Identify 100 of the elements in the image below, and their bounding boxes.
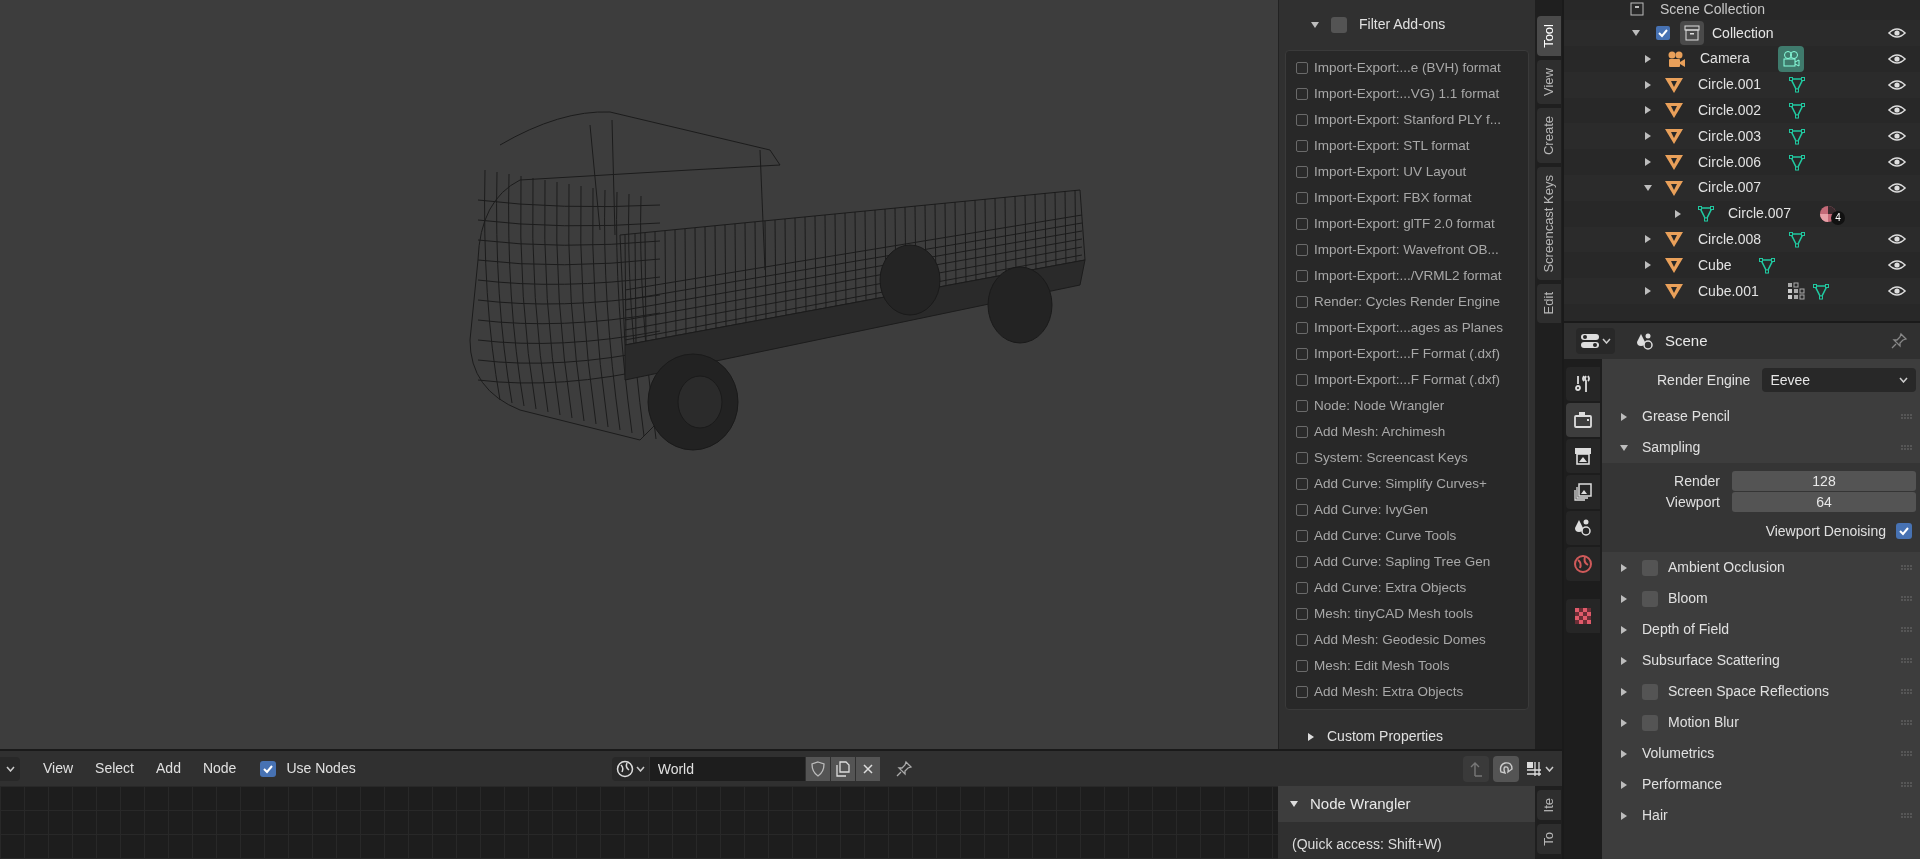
panel-header[interactable]: Motion Blur bbox=[1668, 712, 1739, 733]
addon-row[interactable]: Add Mesh: Extra Objects bbox=[1286, 679, 1528, 706]
drag-handle-icon[interactable] bbox=[1901, 782, 1912, 787]
addon-row[interactable]: Import-Export:...VG) 1.1 format bbox=[1286, 81, 1528, 108]
close-button[interactable] bbox=[855, 756, 880, 781]
panel-header[interactable]: Subsurface Scattering bbox=[1642, 650, 1780, 671]
drag-handle-icon[interactable] bbox=[1901, 689, 1912, 694]
fake-user-shield-button[interactable] bbox=[805, 756, 830, 781]
addon-row[interactable]: Add Curve: Sapling Tree Gen bbox=[1286, 549, 1528, 576]
checkbox[interactable] bbox=[1296, 348, 1308, 361]
collapsed-arrow-icon[interactable] bbox=[1644, 54, 1652, 63]
menu-item[interactable]: Select bbox=[95, 758, 134, 779]
checkbox[interactable] bbox=[1296, 530, 1308, 543]
checkbox[interactable] bbox=[1296, 218, 1308, 231]
mesh-data-icon[interactable] bbox=[1789, 127, 1806, 145]
number-field[interactable]: 64 bbox=[1732, 492, 1916, 512]
addon-row[interactable]: Render: Cycles Render Engine bbox=[1286, 289, 1528, 316]
tool-settings-tab[interactable] bbox=[1566, 367, 1600, 401]
sidebar-tab[interactable]: Edit bbox=[1536, 284, 1561, 323]
scene-tab[interactable] bbox=[1566, 511, 1600, 545]
collapsed-arrow-icon[interactable] bbox=[1307, 732, 1315, 741]
addon-row[interactable]: Add Mesh: Archimesh bbox=[1286, 419, 1528, 446]
addon-row[interactable]: Add Curve: IvyGen bbox=[1286, 497, 1528, 524]
mesh-data-icon[interactable] bbox=[1789, 102, 1806, 119]
addon-row[interactable]: Mesh: tinyCAD Mesh tools bbox=[1286, 601, 1528, 628]
checkbox[interactable] bbox=[1296, 582, 1308, 595]
menu-item[interactable]: View bbox=[43, 758, 74, 779]
panel-header[interactable]: Grease Pencil bbox=[1642, 406, 1730, 427]
view-layer-tab[interactable] bbox=[1566, 475, 1600, 509]
sidebar-tab[interactable]: Create bbox=[1536, 107, 1561, 163]
sidebar-tab[interactable]: View bbox=[1536, 59, 1561, 104]
world-type-dropdown[interactable] bbox=[611, 756, 649, 781]
collapsed-arrow-icon[interactable] bbox=[1644, 287, 1652, 296]
snap-magnet-button[interactable] bbox=[1493, 755, 1519, 782]
collapsed-arrow-icon[interactable] bbox=[1674, 209, 1682, 218]
addon-row[interactable]: Import-Export: STL format bbox=[1286, 133, 1528, 160]
world-tab[interactable] bbox=[1566, 547, 1600, 581]
sidebar-tab[interactable]: Tool bbox=[1536, 16, 1561, 56]
addon-row[interactable]: Import-Export:.../VRML2 format bbox=[1286, 263, 1528, 290]
outliner-item[interactable]: Circle.007 bbox=[1728, 203, 1792, 225]
texture-tab[interactable] bbox=[1566, 599, 1600, 633]
panel-header[interactable]: Sampling bbox=[1642, 437, 1701, 458]
pin-icon[interactable] bbox=[894, 759, 913, 778]
checkbox[interactable] bbox=[1296, 556, 1308, 569]
checkbox[interactable] bbox=[1296, 686, 1308, 699]
outliner-item[interactable]: Circle.002 bbox=[1698, 100, 1762, 121]
addon-row[interactable]: Import-Export:...F Format (.dxf) bbox=[1286, 367, 1528, 394]
checkbox[interactable] bbox=[1296, 660, 1308, 673]
collapsed-arrow-icon[interactable] bbox=[1620, 718, 1628, 727]
addon-row[interactable]: Import-Export: Stanford PLY f... bbox=[1286, 107, 1528, 134]
drag-handle-icon[interactable] bbox=[1901, 596, 1912, 601]
mesh-data-icon[interactable] bbox=[1789, 76, 1806, 94]
outliner-item[interactable]: Circle.003 bbox=[1698, 125, 1762, 147]
checkbox[interactable] bbox=[1296, 62, 1308, 75]
render-engine-dropdown[interactable]: Eevee bbox=[1762, 368, 1916, 392]
collapsed-arrow-icon[interactable] bbox=[1620, 594, 1628, 603]
collapsed-arrow-icon[interactable] bbox=[1620, 563, 1628, 572]
expanded-arrow-icon[interactable] bbox=[1290, 800, 1298, 808]
drag-handle-icon[interactable] bbox=[1901, 720, 1912, 725]
checkbox[interactable] bbox=[1296, 114, 1308, 127]
checkbox[interactable] bbox=[1296, 140, 1308, 153]
checkbox[interactable] bbox=[1296, 88, 1308, 101]
checkbox[interactable] bbox=[1296, 504, 1308, 517]
panel-header[interactable]: Depth of Field bbox=[1642, 619, 1730, 640]
parent-node-button[interactable] bbox=[1463, 755, 1489, 782]
panel-header[interactable]: Performance bbox=[1642, 774, 1723, 795]
panel-header[interactable]: Hair bbox=[1642, 805, 1668, 826]
drag-handle-icon[interactable] bbox=[1901, 445, 1912, 450]
drag-handle-icon[interactable] bbox=[1901, 658, 1912, 663]
addon-row[interactable]: Add Curve: Simplify Curves+ bbox=[1286, 471, 1528, 498]
editor-type-dropdown[interactable] bbox=[1576, 328, 1615, 354]
checkbox[interactable] bbox=[1296, 192, 1308, 205]
checkbox[interactable] bbox=[1296, 452, 1308, 465]
collapsed-arrow-icon[interactable] bbox=[1620, 687, 1628, 696]
collapsed-arrow-icon[interactable] bbox=[1620, 780, 1628, 789]
sidebar-tab[interactable]: Screencast Keys bbox=[1536, 166, 1561, 281]
expanded-arrow-icon[interactable] bbox=[1632, 29, 1640, 37]
expanded-arrow-icon[interactable] bbox=[1620, 443, 1628, 452]
world-name-field[interactable]: World bbox=[649, 756, 805, 781]
duplicate-button[interactable] bbox=[830, 756, 855, 781]
checkbox[interactable] bbox=[1296, 400, 1308, 413]
drag-handle-icon[interactable] bbox=[1901, 627, 1912, 632]
collapsed-arrow-icon[interactable] bbox=[1620, 811, 1628, 820]
sidebar-tab[interactable]: Ite bbox=[1536, 790, 1561, 821]
collapsed-arrow-icon[interactable] bbox=[1620, 656, 1628, 665]
number-field[interactable]: 128 bbox=[1732, 471, 1916, 491]
output-tab[interactable] bbox=[1566, 439, 1600, 473]
checkbox[interactable] bbox=[1656, 26, 1670, 40]
checkbox[interactable] bbox=[1296, 296, 1308, 309]
mesh-data-icon[interactable] bbox=[1812, 282, 1829, 300]
collapsed-arrow-icon[interactable] bbox=[1644, 132, 1652, 141]
drag-handle-icon[interactable] bbox=[1901, 751, 1912, 756]
outliner-item[interactable]: Circle.007 bbox=[1698, 177, 1762, 199]
outliner-item[interactable]: Cube bbox=[1698, 254, 1732, 276]
checkbox[interactable] bbox=[1296, 634, 1308, 647]
render-tab[interactable] bbox=[1566, 403, 1600, 437]
addon-row[interactable]: Mesh: Edit Mesh Tools bbox=[1286, 653, 1528, 680]
outliner-item[interactable]: Collection bbox=[1712, 22, 1774, 44]
addon-row[interactable]: Add Mesh: Geodesic Domes bbox=[1286, 627, 1528, 654]
checkbox[interactable] bbox=[1296, 374, 1308, 387]
